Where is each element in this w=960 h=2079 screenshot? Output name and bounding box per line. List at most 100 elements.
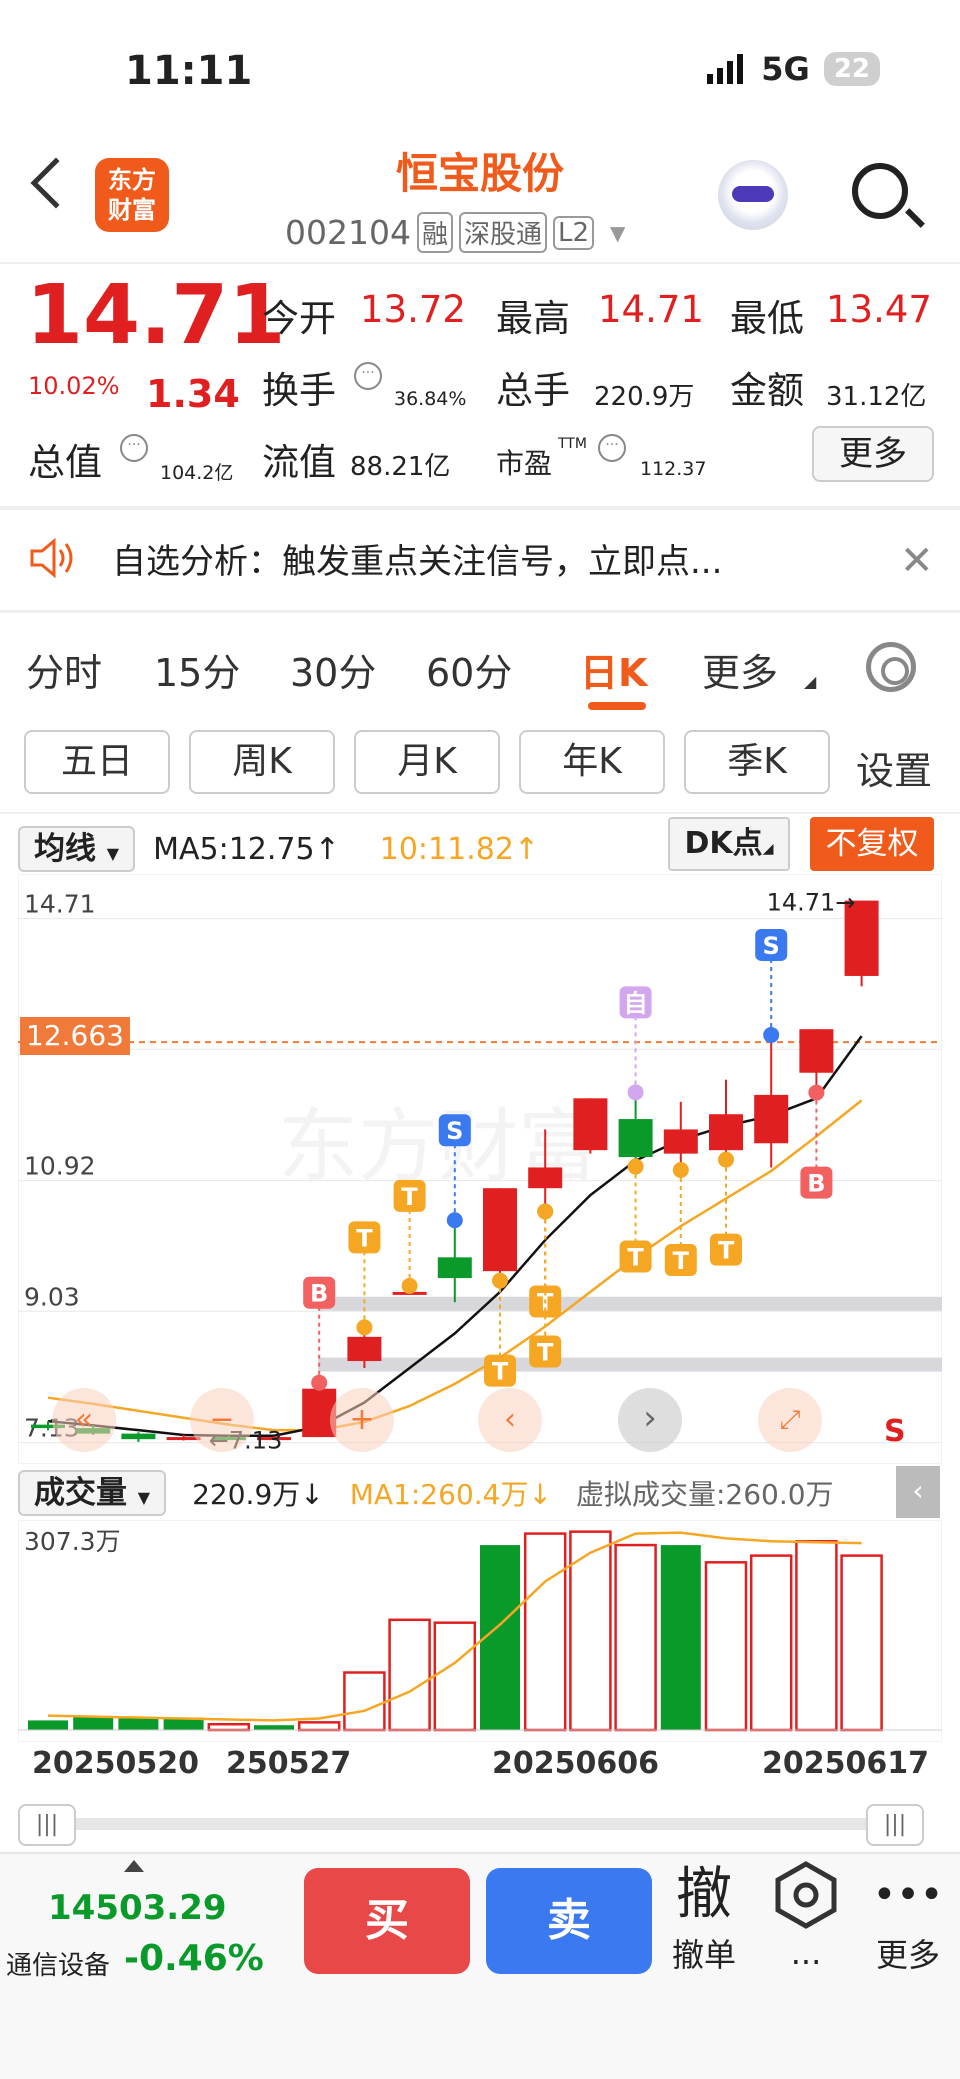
volume-bar <box>433 1621 477 1732</box>
triangle-icon: ◢ <box>804 672 817 691</box>
quote-more-button[interactable]: 更多 <box>812 426 934 482</box>
pe-label: 市盈 <box>496 447 553 480</box>
candle-body <box>754 1094 789 1144</box>
volume-bar <box>343 1671 386 1732</box>
scroll-start-icon[interactable]: « <box>52 1388 116 1452</box>
tab-15min[interactable]: 15分 <box>154 642 240 697</box>
candle-body <box>618 1119 653 1158</box>
signal-label: T <box>718 1237 735 1265</box>
range-scrollbar[interactable] <box>40 1818 920 1830</box>
candle-body <box>709 1114 743 1151</box>
fullscreen-icon[interactable]: ⤢ <box>758 1388 822 1452</box>
hexagon-menu-button[interactable]: ... <box>756 1860 856 1972</box>
volume-value: 220.9万 <box>594 382 695 412</box>
volume-bar <box>660 1545 701 1730</box>
support-band <box>318 1296 942 1311</box>
signal-label: T <box>673 1247 690 1275</box>
tab-30min[interactable]: 30分 <box>290 642 376 697</box>
ma5-value: MA5:12.75↑ <box>153 831 340 867</box>
indicator-select[interactable]: 均线 ▼ <box>18 826 136 872</box>
info-dots-icon[interactable]: ··· <box>354 362 382 390</box>
subtab-quarter-k[interactable]: 季K <box>684 730 830 794</box>
stock-code-row[interactable]: 002104 融 深股通 L2 ▼ <box>285 212 625 253</box>
settings-link[interactable]: 设置 <box>856 740 932 795</box>
volume-bar <box>840 1554 883 1732</box>
signal-label: S <box>446 1117 463 1145</box>
y-axis-label: 10.92 <box>24 1152 96 1181</box>
volume-bar <box>73 1716 114 1730</box>
more-dots-icon: ••• <box>872 1872 944 1918</box>
notice-text[interactable]: 自选分析：触发重点关注信号，立即点... <box>112 534 722 583</box>
more-button[interactable]: ••• 更多 <box>858 1860 958 1976</box>
scroll-left-icon[interactable]: ‹ <box>478 1388 542 1452</box>
tab-daily-k[interactable]: 日K <box>580 642 647 697</box>
adjust-button[interactable]: 不复权 <box>810 817 934 871</box>
cancel-icon: 撤 <box>676 1862 732 1927</box>
cancel-label: 撤单 <box>671 1936 736 1974</box>
sector-name[interactable]: 通信设备 <box>6 1945 110 1982</box>
signal-label: T <box>492 1358 509 1386</box>
kline-chart[interactable]: 东方财富14.7112.8210.929.037.13BTTSTTT自TTTSB… <box>18 874 942 1464</box>
candle-body <box>483 1188 517 1272</box>
volume-toolbar: 成交量 ▼ 220.9万↓ MA1:260.4万↓ 虚拟成交量:260.0万 <box>18 1470 834 1516</box>
signal-label: T <box>627 1244 644 1272</box>
volume-bar <box>28 1720 68 1730</box>
volume-bar <box>254 1725 294 1730</box>
volume-indicator-select[interactable]: 成交量 ▼ <box>18 1470 167 1516</box>
zoom-out-icon[interactable]: − <box>190 1388 254 1452</box>
buy-button[interactable]: 买 <box>304 1868 470 1974</box>
sell-button[interactable]: 卖 <box>486 1868 652 1974</box>
signal-dot <box>672 1162 689 1178</box>
current-price-tag: 12.663 <box>20 1017 130 1055</box>
collapse-panel-icon[interactable]: ‹ <box>896 1466 940 1518</box>
tab-more[interactable]: 更多 <box>702 642 778 697</box>
subtab-week-k[interactable]: 周K <box>189 730 335 794</box>
signal-label: T <box>537 1338 554 1366</box>
gear-icon[interactable] <box>866 642 916 692</box>
divider <box>0 262 960 264</box>
dk-points-button[interactable]: DK点◢ <box>668 817 790 871</box>
range-handle-left[interactable]: ||| <box>18 1804 76 1846</box>
volume-value: 220.9万↓ <box>192 1478 324 1511</box>
signal-dot <box>446 1212 463 1229</box>
low-label: 最低 <box>730 297 804 340</box>
active-tab-indicator <box>588 702 646 710</box>
info-dots-icon[interactable]: ··· <box>598 434 626 462</box>
subtab-year-k[interactable]: 年K <box>519 730 665 794</box>
change-value: 1.34 <box>146 372 240 416</box>
info-dots-icon[interactable]: ··· <box>120 434 148 462</box>
float-label: 流值 <box>262 441 336 484</box>
range-handle-right[interactable]: ||| <box>866 1804 924 1846</box>
volume-chart[interactable]: 307.3万 <box>18 1520 942 1742</box>
candle-body <box>663 1129 698 1154</box>
hexagon-label: ... <box>790 1934 822 1972</box>
signal-label: B <box>807 1170 825 1198</box>
expand-up-icon[interactable] <box>124 1860 144 1872</box>
tab-minute[interactable]: 分时 <box>26 642 102 697</box>
pe-value: 112.37 <box>640 458 707 480</box>
volume-bar <box>704 1561 748 1732</box>
divider <box>0 610 960 613</box>
volume-ma1: MA1:260.4万↓ <box>349 1478 552 1511</box>
high-marker: 14.71→ <box>767 889 856 917</box>
signal-label: S <box>763 932 780 960</box>
sector-index-value[interactable]: 14503.29 <box>48 1888 227 1928</box>
hexagon-icon <box>775 1861 837 1929</box>
subtab-5day[interactable]: 五日 <box>24 730 170 794</box>
robot-assistant-icon[interactable] <box>718 160 788 230</box>
battery-icon: 22 <box>823 52 880 86</box>
zoom-in-icon[interactable]: + <box>330 1388 394 1452</box>
subtab-month-k[interactable]: 月K <box>354 730 500 794</box>
signal-label: T <box>401 1183 418 1211</box>
tag-l2: L2 <box>553 215 595 250</box>
float-value: 88.21亿 <box>350 452 451 482</box>
candle-body <box>347 1336 382 1362</box>
signal-label: 自 <box>624 989 648 1017</box>
tab-60min[interactable]: 60分 <box>426 642 512 697</box>
date-label: 20250617 <box>762 1746 929 1781</box>
scroll-right-icon[interactable]: › <box>618 1388 682 1452</box>
close-icon[interactable]: ✕ <box>900 538 934 584</box>
cancel-order-button[interactable]: 撤 撤单 <box>654 1860 754 1976</box>
search-icon[interactable] <box>852 163 908 219</box>
sector-change[interactable]: -0.46% <box>124 1938 264 1979</box>
